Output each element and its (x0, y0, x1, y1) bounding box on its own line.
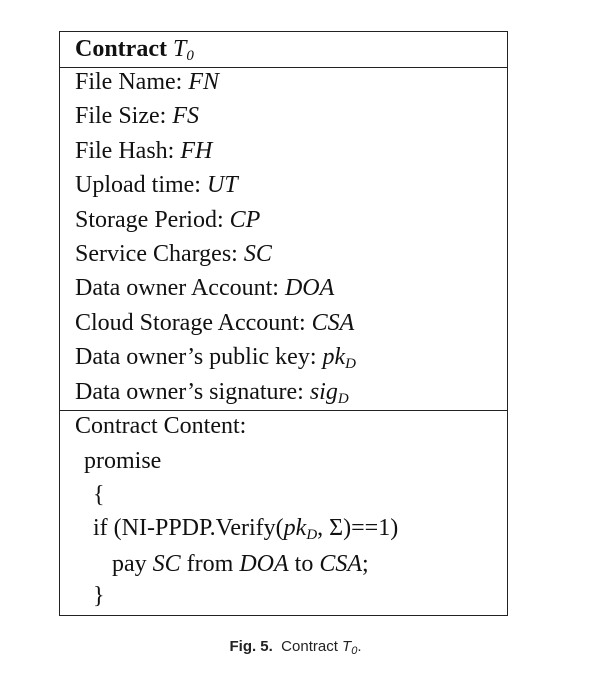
field-symbol: CSA (311, 309, 355, 336)
field-label: File Hash: (75, 137, 181, 164)
content-heading: Contract Content: (75, 413, 247, 439)
contract-title-section: Contract T0 (60, 32, 507, 68)
pay-statement: pay SC from DOA to CSA; (112, 550, 369, 578)
contract-title-symbol: T (172, 36, 187, 62)
contract-field: File Hash: FH (75, 137, 212, 165)
figure-label: Fig. 5. (229, 638, 273, 655)
pay-sc: SC (152, 551, 181, 577)
field-symbol: pk (322, 344, 346, 371)
caption-end: . (357, 638, 362, 655)
contract-field: Service Charges: SC (75, 240, 272, 268)
field-label: Cloud Storage Account: (75, 309, 312, 336)
field-label: Service Charges: (75, 241, 244, 267)
contract-box: Contract T0 File Name: FN File Size: FS Fi… (59, 31, 508, 616)
contract-field: Upload time: UT (75, 171, 238, 199)
contract-fields-section: File Name: FN File Size: FS File Hash: FH U… (60, 67, 507, 411)
if-statement: if (NI-PPDP.Verify(pkD, Σ)==1) (93, 514, 398, 549)
from-word: from (180, 551, 240, 577)
field-label: Upload time: (75, 172, 207, 199)
contract-title-label: Contract (75, 36, 167, 62)
to-word: to (288, 551, 320, 577)
figure-caption: Fig. 5. Contract T0. (0, 638, 591, 657)
contract-content-section: Contract Content: promise { if (NI-PPDP.… (60, 410, 507, 615)
open-brace: { (93, 482, 105, 508)
if-subscript: D (306, 527, 318, 543)
contract-field: Data owner’s public key: pkD (75, 343, 356, 378)
field-label: Data owner Account: (75, 275, 285, 302)
field-symbol: SC (243, 241, 272, 267)
contract-field: File Name: FN (75, 68, 219, 96)
field-label: File Name: (75, 69, 189, 95)
field-symbol: CP (229, 206, 261, 233)
if-prefix: if (NI-PPDP.Verify( (93, 515, 284, 541)
contract-field: File Size: FS (75, 102, 199, 130)
contract-field: Storage Period: CP (75, 206, 260, 234)
field-label: File Size: (75, 103, 173, 130)
contract-field: Data owner Account: DOA (75, 274, 334, 302)
field-symbol: FN (188, 69, 219, 95)
pay-doa: DOA (239, 551, 289, 577)
contract-field: Cloud Storage Account: CSA (75, 309, 354, 337)
close-brace: } (93, 583, 105, 609)
field-symbol: sig (309, 378, 338, 405)
caption-text: Contract (281, 638, 343, 655)
if-symbol: pk (283, 515, 307, 541)
field-symbol: UT (206, 172, 238, 199)
caption-symbol: T (342, 638, 352, 655)
contract-field: Data owner’s signature: sigD (75, 378, 349, 413)
semicolon: ; (362, 551, 369, 577)
if-suffix: , Σ)==1) (317, 515, 399, 541)
field-symbol: DOA (284, 275, 335, 302)
field-subscript: D (337, 390, 349, 407)
field-symbol: FS (172, 103, 199, 130)
field-label: Data owner’s public key: (75, 344, 323, 371)
field-label: Storage Period: (75, 206, 230, 233)
field-subscript: D (345, 356, 356, 373)
contract-title-subscript: 0 (186, 48, 194, 64)
promise-keyword: promise (84, 448, 162, 474)
field-symbol: FH (180, 137, 213, 164)
pay-word: pay (112, 551, 153, 577)
contract-title: Contract T0 (75, 35, 194, 70)
pay-csa: CSA (319, 551, 362, 577)
field-label: Data owner’s signature: (75, 378, 310, 405)
